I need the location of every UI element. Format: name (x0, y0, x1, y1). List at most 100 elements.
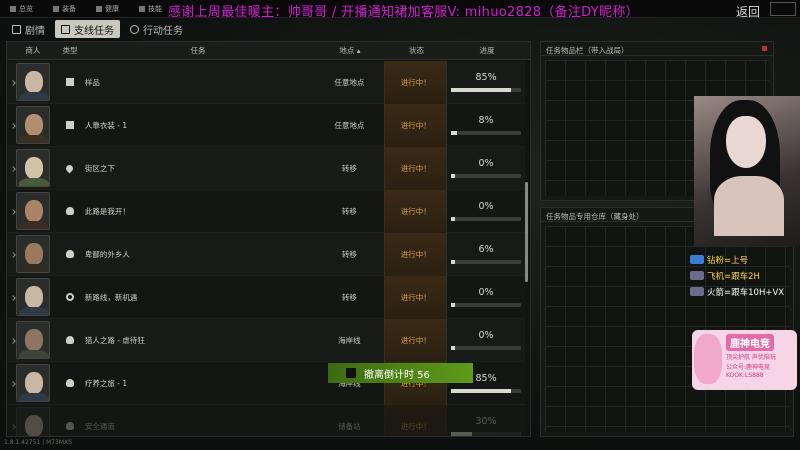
progress-bar (451, 389, 522, 393)
trader-avatar (15, 192, 50, 230)
task-status: 进行中！ (384, 318, 448, 362)
gear-icon (65, 78, 74, 86)
task-location: 海岸线 (338, 335, 361, 345)
progress-fill (451, 346, 455, 350)
task-name: 安全通道 (84, 421, 115, 431)
progress-bar (451, 131, 522, 135)
task-status: 进行中！ (384, 103, 448, 147)
skull-icon (65, 379, 74, 387)
tab-label: 支线任务 (74, 25, 114, 37)
avatar-body (18, 92, 49, 100)
table-row[interactable]: 人靠衣装 - 1 任意地点 进行中！ 8% (7, 103, 525, 147)
progress-fill (451, 303, 455, 307)
progress-cell: 30% (447, 416, 525, 436)
nav-skills[interactable]: 技能 (129, 4, 172, 14)
table-row[interactable]: 此路是我开！ 转移 进行中！ 0% (7, 189, 525, 233)
tab-story[interactable]: 剧情 (6, 20, 51, 38)
skills-icon (139, 5, 145, 12)
progress-percent: 6% (478, 244, 494, 255)
nav-overview[interactable]: 总览 (0, 4, 43, 14)
progress-fill (451, 174, 455, 178)
nav-health[interactable]: 健康 (86, 4, 129, 14)
panel-title: 任务物品栏（带入战局） (541, 42, 773, 56)
header-type[interactable]: 类型 (59, 45, 81, 56)
table-header: 商人 类型 任务 地点 ▴ 状态 进度 (7, 42, 530, 60)
back-button-frame[interactable] (770, 2, 796, 16)
progress-bar (451, 432, 522, 436)
gear-icon (65, 121, 74, 129)
table-row[interactable]: 新路线，新机遇 转移 进行中！ 0% (7, 275, 525, 319)
table-row[interactable]: 街区之下 转移 进行中！ 0% (7, 146, 525, 190)
type-cell (59, 163, 81, 173)
table-row[interactable]: 样品 任意地点 进行中！ 85% (7, 60, 525, 104)
avatar-face (24, 329, 43, 351)
avatar-body (18, 178, 49, 186)
header-task[interactable]: 任务 (81, 45, 315, 56)
overlay-line: 钻粉=上号 (690, 252, 800, 267)
nav-label: 总览 (19, 4, 33, 13)
task-name: 卑鄙的外乡人 (84, 249, 130, 259)
table-row[interactable]: 卑鄙的外乡人 转移 进行中！ 6% (7, 232, 525, 276)
avatar-body (18, 350, 49, 358)
progress-percent: 85% (475, 373, 497, 384)
header-progress[interactable]: 进度 (448, 45, 526, 56)
task-name: 疗养之旅 - 1 (84, 378, 128, 388)
overlay-line: 飞机=跟车2H (690, 268, 800, 283)
nav-gear[interactable]: 装备 (43, 4, 86, 14)
task-name: 此路是我开！ (84, 206, 130, 216)
tab-operation-tasks[interactable]: 行动任务 (124, 20, 189, 38)
progress-percent: 30% (475, 416, 497, 427)
header-location[interactable]: 地点 ▴ (315, 45, 385, 56)
progress-fill (451, 389, 511, 393)
panel-title-text: 任务物品专用仓库（藏身处） (546, 212, 644, 221)
avatar-face (24, 200, 43, 222)
task-status: 进行中！ (384, 232, 448, 276)
task-name: 样品 (84, 77, 100, 87)
progress-percent: 0% (478, 287, 494, 298)
promo-line: 顶尖护航 声优陪玩 (726, 354, 776, 361)
overlay-text: 钻粉=上号 (707, 255, 749, 266)
type-cell (59, 250, 81, 258)
task-name: 新路线，新机遇 (84, 292, 138, 302)
progress-bar (451, 174, 522, 178)
avatar-body (18, 307, 49, 315)
header-status[interactable]: 状态 (385, 45, 448, 56)
quest-tabs: 剧情 支线任务 行动任务 (0, 18, 800, 40)
task-location: 转移 (341, 249, 357, 259)
task-location: 转移 (341, 206, 357, 216)
header-trader[interactable]: 商人 (7, 45, 59, 56)
progress-fill (451, 260, 456, 264)
task-name: 人靠衣装 - 1 (84, 120, 128, 130)
promo-card: 鹿神电竞 顶尖护航 声优陪玩 公众号:鹿神电竞 KOOK:LS888 (692, 330, 797, 390)
tab-side-quests[interactable]: 支线任务 (55, 20, 120, 38)
table-row[interactable]: 猎人之路 - 虐待狂 海岸线 进行中！ 0% (7, 318, 525, 362)
table-row[interactable]: 安全通道 储备站 进行中！ 30% (7, 404, 525, 436)
progress-bar (451, 260, 522, 264)
trader-avatar (15, 63, 50, 101)
progress-bar (451, 217, 522, 221)
overlay-line: 火箭=跟车10H+VX (690, 284, 800, 299)
task-status: 进行中！ (384, 60, 448, 104)
skull-icon (65, 250, 74, 258)
rocket-icon (690, 287, 704, 296)
task-status: 进行中！ (384, 275, 448, 319)
pin-icon (64, 163, 75, 173)
type-cell (59, 293, 81, 301)
stream-overlay: 钻粉=上号 飞机=跟车2H 火箭=跟车10H+VX (690, 252, 800, 300)
trader-avatar (15, 106, 50, 144)
tab-label: 行动任务 (143, 25, 183, 37)
progress-cell: 8% (447, 115, 525, 135)
skull-icon (65, 336, 74, 344)
avatar-body (18, 135, 49, 143)
task-name: 街区之下 (84, 163, 115, 173)
progress-percent: 8% (478, 115, 494, 126)
checkbox-icon (61, 24, 70, 34)
table-scrollbar[interactable] (525, 182, 528, 282)
progress-percent: 0% (478, 201, 494, 212)
tab-label: 剧情 (25, 25, 45, 37)
panel-title-text: 任务物品栏（带入战局） (546, 46, 629, 55)
progress-cell: 0% (447, 330, 525, 350)
progress-fill (451, 131, 457, 135)
extraction-countdown: 撤离倒计时 56 (364, 369, 430, 381)
avatar-face (24, 372, 43, 394)
